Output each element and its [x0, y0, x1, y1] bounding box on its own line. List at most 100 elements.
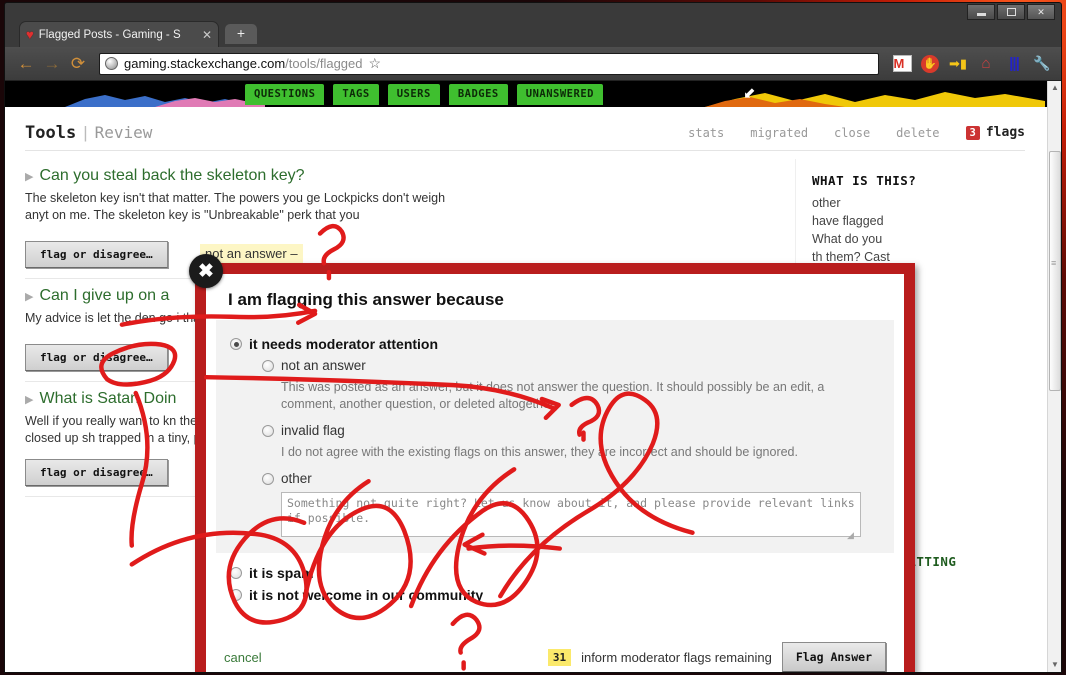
site-header-bar: QUESTIONS TAGS USERS BADGES UNANSWERED ⬋ [5, 81, 1061, 107]
sb-line-4: th them? Cast [812, 250, 890, 264]
gmail-icon[interactable]: M [891, 53, 913, 75]
tools-link-close[interactable]: close [834, 126, 870, 140]
adblock-hand-icon[interactable]: ✋ [919, 53, 941, 75]
flag-answer-button[interactable]: Flag Answer [781, 642, 886, 672]
tools-link-migrated[interactable]: migrated [750, 126, 808, 140]
new-tab-button[interactable]: + [225, 24, 257, 44]
radio-option-not-an-answer[interactable]: not an answer [262, 358, 894, 373]
tab-close-icon[interactable]: ✕ [202, 28, 212, 42]
footer-right-group: 31 inform moderator flags remaining Flag… [547, 642, 886, 672]
flag-or-disagree-button[interactable]: flag or disagree… [25, 459, 168, 486]
maximize-button[interactable] [997, 4, 1025, 20]
flag-dialog: ✖ I am flagging this answer because it n… [189, 254, 915, 672]
expand-triangle-icon[interactable]: ▶ [25, 393, 33, 406]
page-title: Tools [25, 122, 77, 143]
flags-remaining-text: inform moderator flags remaining [581, 649, 772, 665]
nav-tags[interactable]: TAGS [333, 84, 379, 105]
browser-tab[interactable]: ♥ Flagged Posts - Gaming - S ✕ [19, 21, 219, 47]
radio-icon[interactable] [262, 425, 274, 437]
sb-line-2: have flagged [812, 214, 884, 228]
flagged-post-item: ▶ Can you steal back the skeleton key? T… [25, 159, 751, 279]
nav-questions[interactable]: QUESTIONS [245, 84, 325, 105]
scrollbar-grip-icon: ≡ [1051, 258, 1057, 268]
minimize-button[interactable] [967, 4, 995, 20]
radio-option-spam[interactable]: it is spam [230, 565, 904, 581]
url-host: gaming.stackexchange.com [124, 56, 286, 71]
close-window-button[interactable]: ✕ [1027, 4, 1055, 20]
url-path: /tools/flagged [285, 56, 363, 71]
tools-link-flags[interactable]: 3 flags [965, 125, 1025, 140]
blue-bars-icon[interactable]: ||| [1003, 53, 1025, 75]
flags-remaining-badge: 31 [547, 648, 572, 666]
site-nav: QUESTIONS TAGS USERS BADGES UNANSWERED [245, 84, 603, 105]
nav-users[interactable]: USERS [387, 84, 440, 105]
browser-toolbar: ← → ⟳ gaming.stackexchange.com /tools/fl… [5, 47, 1061, 81]
mouse-cursor-icon: ⬋ [743, 85, 756, 102]
heart-favicon-icon: ♥ [26, 27, 34, 42]
page-viewport: QUESTIONS TAGS USERS BADGES UNANSWERED ⬋… [5, 81, 1061, 672]
nav-unanswered[interactable]: UNANSWERED [516, 84, 603, 105]
tools-link-delete[interactable]: delete [896, 126, 939, 140]
bookmark-star-icon[interactable]: ☆ [369, 55, 382, 72]
radio-label: not an answer [281, 358, 366, 373]
page-subtitle: Review [94, 123, 153, 142]
dialog-footer: cancel 31 inform moderator flags remaini… [206, 642, 904, 672]
radio-option-not-welcome[interactable]: it is not welcome in our community [230, 587, 904, 603]
flag-or-disagree-button[interactable]: flag or disagree… [25, 344, 168, 371]
dialog-title: I am flagging this answer because [228, 290, 504, 309]
flag-or-disagree-button[interactable]: flag or disagree… [25, 241, 168, 268]
cancel-link[interactable]: cancel [224, 650, 262, 665]
browser-window: ✕ ♥ Flagged Posts - Gaming - S ✕ + ← → ⟳… [4, 2, 1062, 673]
post-body: The skeleton key isn't that matter. The … [25, 191, 446, 222]
send-to-phone-icon[interactable]: ➡▮ [947, 53, 969, 75]
back-button[interactable]: ← [13, 51, 39, 77]
radio-icon[interactable] [230, 589, 242, 601]
expand-triangle-icon[interactable]: ▶ [25, 290, 33, 303]
dialog-close-icon[interactable]: ✖ [189, 254, 223, 288]
textarea-resize-grip-icon[interactable]: ◢ [847, 530, 893, 540]
post-title-text: Can I give up on a [39, 287, 170, 304]
tools-link-stats[interactable]: stats [688, 126, 724, 140]
forward-button[interactable]: → [39, 51, 65, 77]
scroll-down-arrow-icon[interactable]: ▼ [1048, 658, 1061, 672]
flags-label: flags [985, 125, 1025, 140]
window-title-bar: ✕ [5, 3, 1061, 23]
radio-icon[interactable] [230, 338, 242, 350]
window-controls: ✕ [967, 4, 1055, 20]
reload-button[interactable]: ⟳ [65, 51, 91, 77]
title-separator: | [83, 122, 88, 142]
dialog-bottom-options: it is spam it is not welcome in our comm… [230, 565, 904, 603]
pixel-hills-right-decoration [705, 92, 1045, 107]
extension-icons: M ✋ ➡▮ ⌂ ||| 🔧 [891, 53, 1053, 75]
post-title[interactable]: ▶ Can you steal back the skeleton key? [25, 167, 751, 185]
wrench-menu-icon[interactable]: 🔧 [1031, 53, 1053, 75]
tab-title: Flagged Posts - Gaming - S [38, 28, 181, 41]
dialog-options-group: it needs moderator attention not an answ… [216, 320, 894, 553]
address-bar[interactable]: gaming.stackexchange.com /tools/flagged … [99, 52, 879, 75]
post-title-text: What is Satan Doin [39, 390, 177, 407]
other-reason-textarea[interactable]: Something not quite right? Let us know a… [281, 492, 861, 537]
sb-line-3: What do you [812, 232, 883, 246]
radio-icon[interactable] [262, 360, 274, 372]
radio-option-other[interactable]: other [262, 471, 894, 486]
radio-option-moderator-attention[interactable]: it needs moderator attention [230, 336, 894, 352]
radio-label: it is spam [249, 565, 314, 581]
shopping-bag-icon[interactable]: ⌂ [975, 53, 997, 75]
expand-triangle-icon[interactable]: ▶ [25, 170, 33, 183]
scroll-up-arrow-icon[interactable]: ▲ [1048, 81, 1061, 95]
globe-icon [105, 57, 118, 70]
scrollbar-thumb[interactable] [1049, 151, 1061, 391]
radio-option-invalid-flag[interactable]: invalid flag [262, 423, 894, 438]
tab-strip: ♥ Flagged Posts - Gaming - S ✕ + [5, 21, 1061, 47]
nav-badges[interactable]: BADGES [448, 84, 508, 105]
radio-label: it is not welcome in our community [249, 587, 484, 603]
radio-label: other [281, 471, 312, 486]
option-description: I do not agree with the existing flags o… [281, 445, 798, 459]
radio-icon[interactable] [230, 567, 242, 579]
tools-header: Tools | Review stats migrated close dele… [25, 115, 1025, 151]
flags-count-badge: 3 [965, 125, 980, 140]
page-scrollbar[interactable]: ▲ ≡ ▼ [1047, 81, 1061, 672]
option-description: This was posted as an answer, but it doe… [281, 380, 825, 411]
radio-icon[interactable] [262, 473, 274, 485]
radio-label: invalid flag [281, 423, 345, 438]
